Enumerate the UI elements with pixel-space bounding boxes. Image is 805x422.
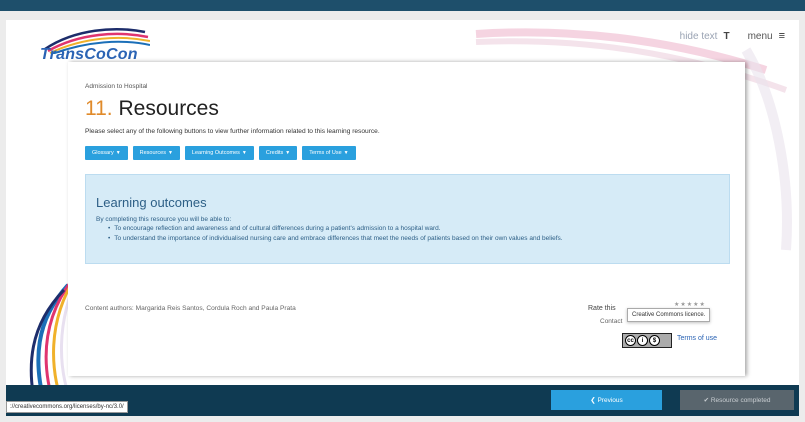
- menu-link[interactable]: menu: [748, 31, 773, 42]
- status-bar-url: ://creativecommons.org/licenses/by-nc/3.…: [6, 401, 128, 413]
- resource-button-row: Glossary ▼ Resources ▼ Learning Outcomes ▼ …: [85, 146, 356, 160]
- breadcrumb: Admission to Hospital: [85, 83, 148, 90]
- attribution-icon: i: [637, 335, 648, 346]
- learning-outcomes-panel: Learning outcomes By completing this res…: [85, 174, 730, 264]
- resources-button[interactable]: Resources ▼: [132, 146, 180, 160]
- terms-of-use-button[interactable]: Terms of Use ▼: [302, 146, 356, 160]
- page-title: 11. Resources: [85, 97, 219, 121]
- intro-text: Please select any of the following butto…: [85, 128, 380, 135]
- menu-icon[interactable]: ≡: [779, 30, 785, 42]
- chevron-down-icon: ▼: [115, 150, 121, 156]
- list-item: To encourage reflection and awareness an…: [108, 225, 563, 232]
- contact-label[interactable]: Contact: [600, 318, 622, 325]
- terms-of-use-link[interactable]: Terms of use: [677, 335, 717, 342]
- hide-text-link[interactable]: hide text: [680, 31, 718, 42]
- rate-label: Rate this: [588, 305, 616, 312]
- content-authors: Content authors: Margarida Reis Santos, …: [85, 305, 296, 312]
- chevron-down-icon: ▼: [241, 150, 247, 156]
- list-item: To understand the importance of individu…: [108, 235, 562, 242]
- cc-icon: cc: [625, 335, 636, 346]
- top-bar: [0, 0, 805, 11]
- chevron-down-icon: ▼: [167, 150, 173, 156]
- learning-outcomes-lead: By completing this resource you will be …: [96, 216, 232, 223]
- chevron-down-icon: ▼: [343, 150, 349, 156]
- page-title-text: Resources: [118, 97, 219, 120]
- credits-button[interactable]: Credits ▼: [258, 146, 298, 160]
- learning-outcomes-title: Learning outcomes: [96, 195, 207, 210]
- noncommercial-icon: $: [649, 335, 660, 346]
- previous-button[interactable]: ❮ Previous: [551, 390, 662, 410]
- resource-completed-button[interactable]: ✔ Resource completed: [680, 390, 794, 410]
- page-number: 11.: [85, 97, 113, 120]
- rating-stars[interactable]: ★★★★★: [674, 301, 706, 308]
- creative-commons-badge[interactable]: cc i $: [622, 333, 672, 348]
- learning-outcomes-list: To encourage reflection and awareness an…: [108, 225, 563, 245]
- chevron-down-icon: ▼: [285, 150, 291, 156]
- text-icon[interactable]: T: [723, 31, 729, 42]
- top-links: hide text T menu ≡: [680, 30, 785, 42]
- glossary-button[interactable]: Glossary ▼: [85, 146, 128, 160]
- licence-tooltip: Creative Commons licence.: [627, 308, 711, 322]
- learning-outcomes-button[interactable]: Learning Outcomes ▼: [184, 146, 254, 160]
